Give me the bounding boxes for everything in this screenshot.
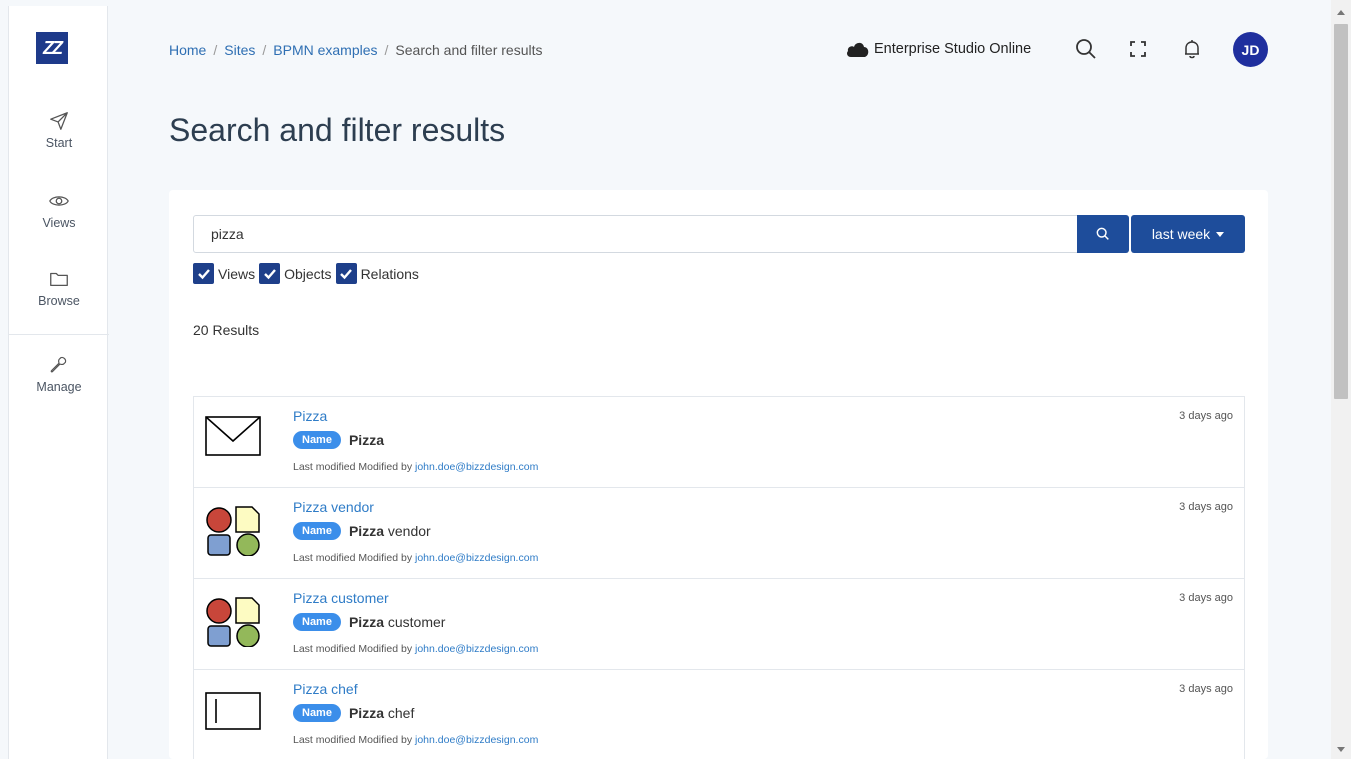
sidebar-item-label: Manage xyxy=(36,380,82,394)
result-match: Name Pizza chef xyxy=(293,704,414,722)
modified-prefix: Last modified Modified by xyxy=(293,643,413,655)
modified-info: Last modified Modified by john.doe@bizzd… xyxy=(293,643,538,655)
avatar[interactable]: JD xyxy=(1233,32,1268,67)
shapes-icon xyxy=(206,506,260,556)
modified-by-link[interactable]: john.doe@bizzdesign.com xyxy=(415,461,538,473)
filter-relations-checkbox[interactable]: Relations xyxy=(335,263,419,284)
scroll-up-icon[interactable] xyxy=(1337,10,1345,15)
environment-selector[interactable]: Enterprise Studio Online xyxy=(845,40,1031,58)
breadcrumb-separator: / xyxy=(213,42,218,58)
modified-prefix: Last modified Modified by xyxy=(293,552,413,564)
breadcrumb-home[interactable]: Home xyxy=(169,42,206,58)
match-highlight: Pizza xyxy=(348,523,384,539)
name-badge: Name xyxy=(293,522,341,540)
page-title: Search and filter results xyxy=(169,112,506,148)
result-title-link[interactable]: Pizza xyxy=(293,408,327,424)
modified-info: Last modified Modified by john.doe@bizzd… xyxy=(293,552,538,564)
fullscreen-icon[interactable] xyxy=(1126,37,1150,61)
result-match: Name Pizza xyxy=(293,431,384,449)
app-logo[interactable]: ZZ xyxy=(36,32,68,64)
results-count: 20 Results xyxy=(193,322,260,338)
breadcrumb: Home / Sites / BPMN examples / Search and filt… xyxy=(169,42,543,58)
scrollbar[interactable] xyxy=(1331,0,1351,759)
name-badge: Name xyxy=(293,613,341,631)
environment-name: Enterprise Studio Online xyxy=(874,41,1032,57)
checkmark-icon xyxy=(193,263,214,284)
result-title-link[interactable]: Pizza chef xyxy=(293,681,358,697)
search-button[interactable] xyxy=(1077,215,1129,253)
modified-info: Last modified Modified by john.doe@bizzd… xyxy=(293,734,538,746)
breadcrumb-separator: / xyxy=(384,42,389,58)
result-match: Name Pizza customer xyxy=(293,613,445,631)
modified-prefix: Last modified Modified by xyxy=(293,734,413,746)
checkmark-icon xyxy=(335,263,357,284)
filter-label: Views xyxy=(218,265,256,282)
message-event-icon xyxy=(205,416,261,456)
modified-by-link[interactable]: john.doe@bizzdesign.com xyxy=(415,643,538,655)
sidebar-item-browse[interactable]: Browse xyxy=(9,268,109,308)
result-timestamp: 3 days ago xyxy=(1179,683,1233,695)
list-item: Pizza Name Pizza Last modified Modified … xyxy=(194,397,1244,488)
sidebar-item-views[interactable]: Views xyxy=(9,190,109,230)
match-rest: chef xyxy=(383,705,415,721)
sidebar-item-label: Browse xyxy=(38,294,80,308)
sidebar: ZZ Start Views Browse Manage xyxy=(8,6,109,759)
checkmark-icon xyxy=(259,263,281,284)
paper-plane-icon xyxy=(50,112,68,130)
folder-icon xyxy=(50,272,68,287)
breadcrumb-bpmn-examples[interactable]: BPMN examples xyxy=(273,42,377,58)
list-item: Pizza customer Name Pizza customer Last … xyxy=(194,579,1244,670)
lane-icon xyxy=(205,692,261,730)
sidebar-item-manage[interactable]: Manage xyxy=(9,354,109,394)
result-title-link[interactable]: Pizza customer xyxy=(293,590,389,606)
scroll-down-icon[interactable] xyxy=(1337,747,1345,752)
filter-label: Relations xyxy=(360,265,419,282)
breadcrumb-sites[interactable]: Sites xyxy=(224,42,255,58)
date-filter-dropdown[interactable]: last week xyxy=(1131,215,1245,253)
eye-icon xyxy=(49,196,69,206)
results-list: Pizza Name Pizza Last modified Modified … xyxy=(193,396,1245,759)
scrollbar-thumb[interactable] xyxy=(1334,24,1348,399)
sidebar-item-start[interactable]: Start xyxy=(9,110,109,150)
caret-down-icon xyxy=(1216,231,1225,237)
sidebar-divider xyxy=(9,334,109,335)
result-timestamp: 3 days ago xyxy=(1179,501,1233,513)
filter-objects-checkbox[interactable]: Objects xyxy=(259,263,332,284)
sidebar-item-label: Start xyxy=(45,136,73,150)
shapes-icon xyxy=(206,597,260,647)
breadcrumb-current: Search and filter results xyxy=(395,42,543,58)
modified-prefix: Last modified Modified by xyxy=(293,461,413,473)
search-card: last week Views Objects Relations 20 Res… xyxy=(169,190,1268,759)
result-timestamp: 3 days ago xyxy=(1179,410,1233,422)
wrench-icon xyxy=(50,356,67,373)
bell-icon[interactable] xyxy=(1180,37,1204,61)
result-title-link[interactable]: Pizza vendor xyxy=(293,499,374,515)
filter-views-checkbox[interactable]: Views xyxy=(193,263,255,284)
breadcrumb-separator: / xyxy=(262,42,267,58)
date-filter-label: last week xyxy=(1151,226,1211,242)
modified-by-link[interactable]: john.doe@bizzdesign.com xyxy=(415,552,538,564)
match-highlight: Pizza xyxy=(348,432,384,448)
modified-by-link[interactable]: john.doe@bizzdesign.com xyxy=(415,734,538,746)
name-badge: Name xyxy=(293,431,341,449)
filter-label: Objects xyxy=(284,265,332,282)
cloud-icon xyxy=(847,42,869,57)
search-icon xyxy=(1096,227,1109,240)
match-rest: customer xyxy=(383,614,446,630)
sidebar-item-label: Views xyxy=(42,216,76,230)
result-timestamp: 3 days ago xyxy=(1179,592,1233,604)
type-filters: Views Objects Relations xyxy=(193,263,423,284)
match-rest: vendor xyxy=(383,523,431,539)
list-item: Pizza vendor Name Pizza vendor Last modi… xyxy=(194,488,1244,579)
modified-info: Last modified Modified by john.doe@bizzd… xyxy=(293,461,538,473)
result-match: Name Pizza vendor xyxy=(293,522,431,540)
list-item: Pizza chef Name Pizza chef Last modified… xyxy=(194,670,1244,759)
search-input[interactable] xyxy=(193,215,1079,253)
match-highlight: Pizza xyxy=(348,614,384,630)
search-icon[interactable] xyxy=(1074,37,1098,61)
match-highlight: Pizza xyxy=(348,705,384,721)
name-badge: Name xyxy=(293,704,341,722)
